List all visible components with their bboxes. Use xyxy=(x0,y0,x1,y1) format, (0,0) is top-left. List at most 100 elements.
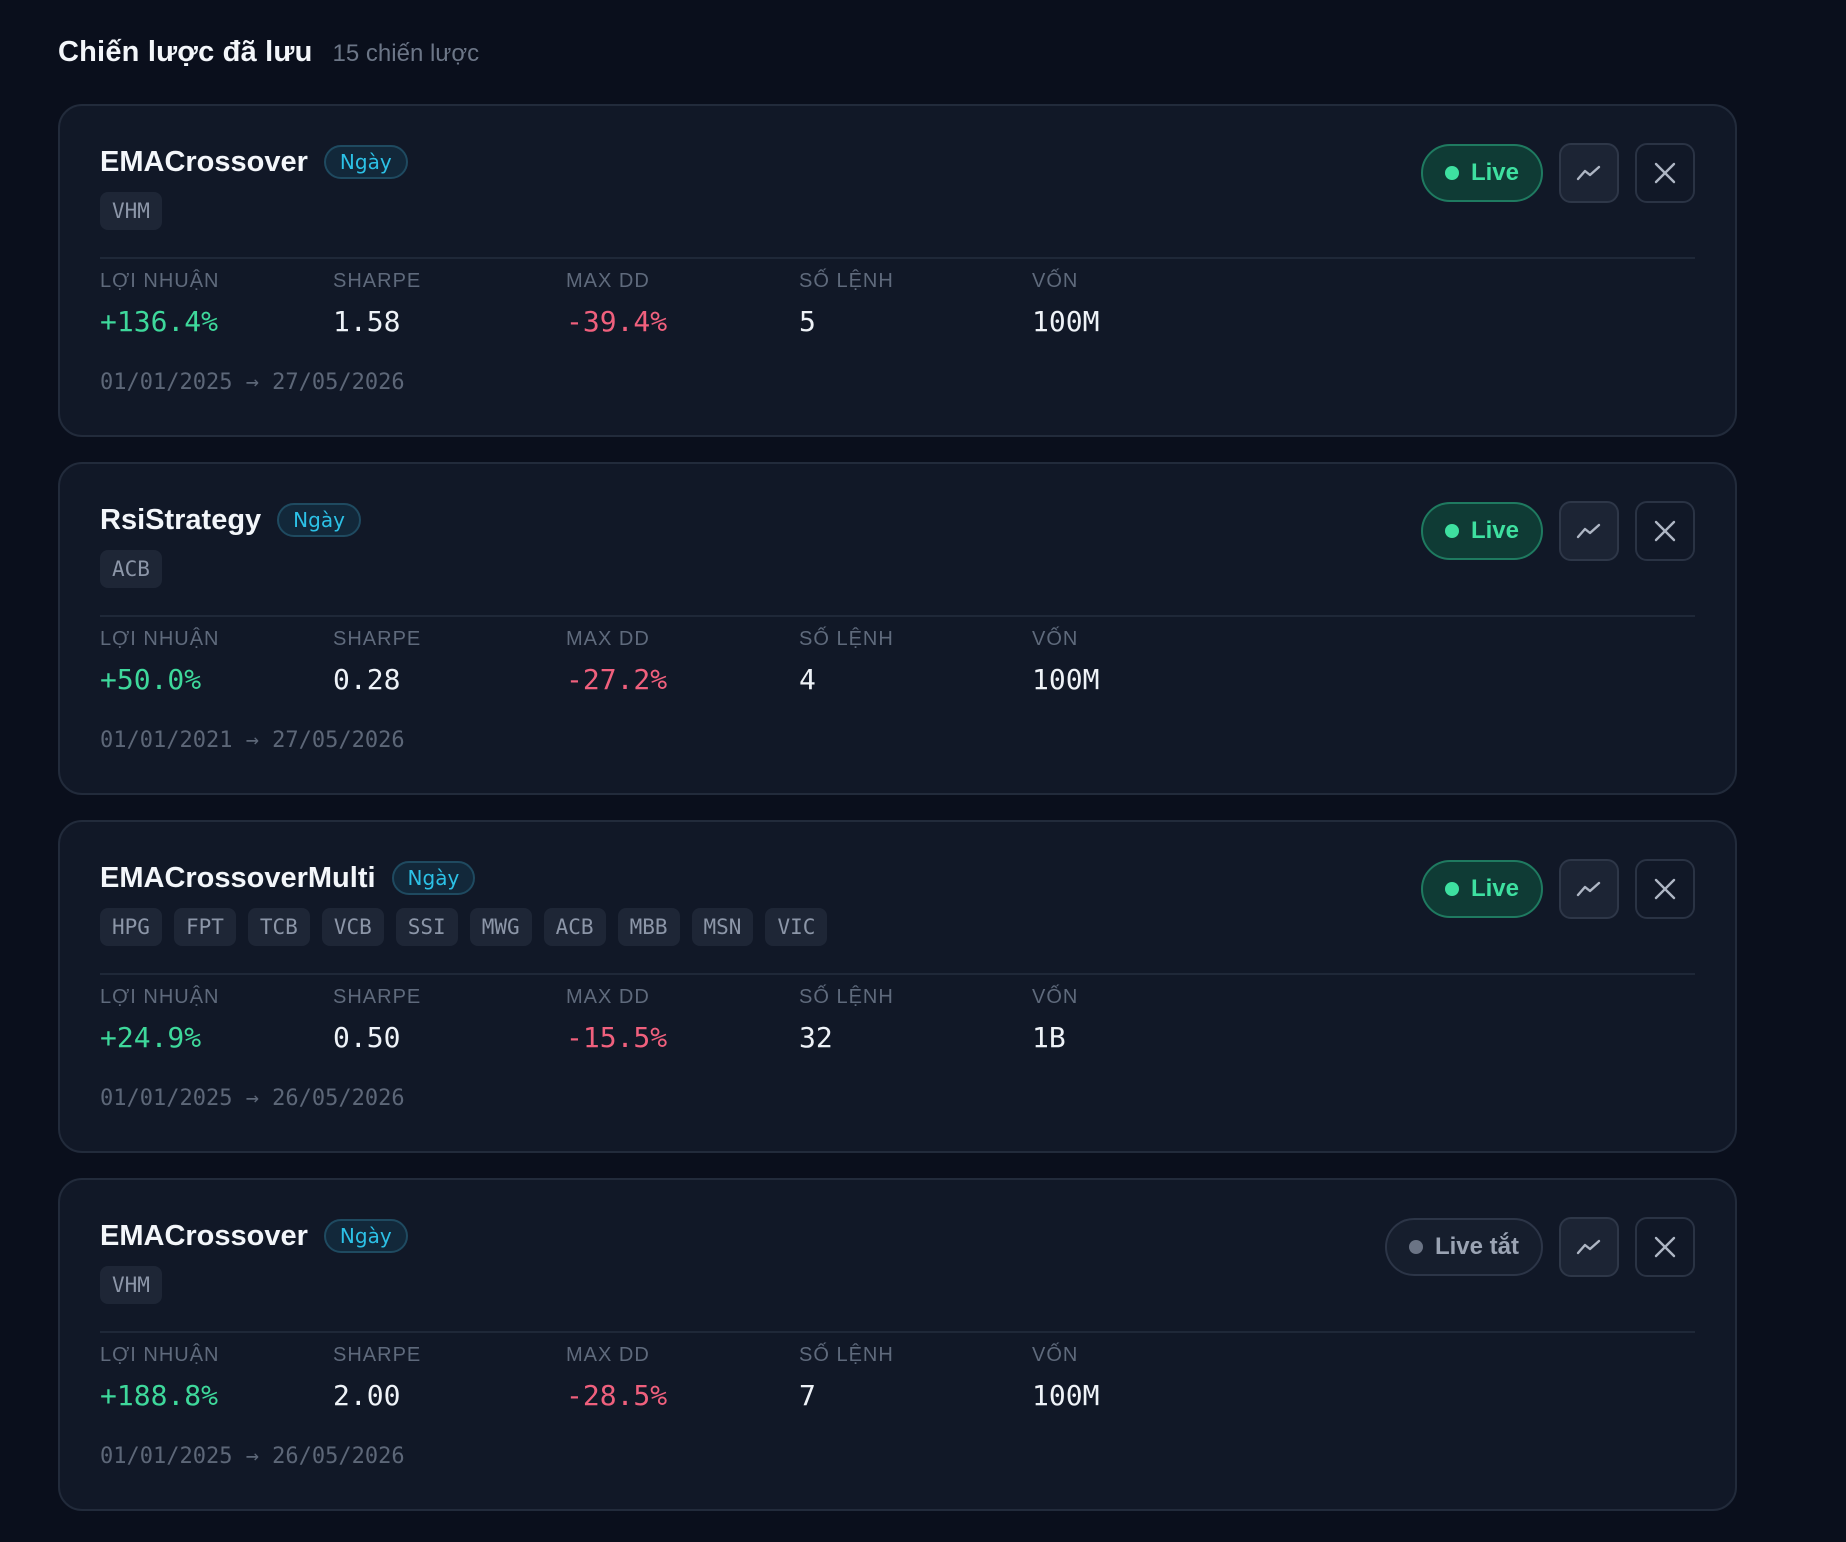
strategy-list: EMACrossover Ngày VHM LỢI NHUẬN +136.4% … xyxy=(58,104,1846,1511)
metric-max-dd: MAX DD -27.2% xyxy=(566,624,799,698)
view-chart-button[interactable] xyxy=(1559,1217,1619,1277)
strategy-name: EMACrossover xyxy=(100,1219,308,1252)
metric-value-max-dd: -39.4% xyxy=(566,305,668,338)
metric-trades: SỐ LỆNH 7 xyxy=(799,1340,1032,1414)
live-toggle-label: Live xyxy=(1470,875,1519,902)
close-icon xyxy=(1654,162,1676,184)
card-divider xyxy=(100,973,1695,975)
backtest-date-range: 01/01/2025 → 26/05/2026 xyxy=(100,1086,405,1111)
metric-value-max-dd: -15.5% xyxy=(566,1021,668,1054)
metric-capital: VỐN 100M xyxy=(1032,1340,1265,1414)
metric-value-capital: 100M xyxy=(1032,305,1100,338)
metrics-row: LỢI NHUẬN +136.4% SHARPE 1.58 MAX DD -39… xyxy=(100,266,1265,340)
page-header: Chiến lược đã lưu 15 chiến lược xyxy=(58,36,1846,78)
symbol-chip: ACB xyxy=(543,908,606,946)
live-toggle-button[interactable]: Live xyxy=(1420,144,1543,202)
live-toggle-label: Live tắt xyxy=(1434,1233,1519,1260)
metric-label-sharpe: SHARPE xyxy=(333,270,422,292)
metric-value-capital: 100M xyxy=(1032,1379,1100,1412)
page-title: Chiến lược đã lưu xyxy=(58,36,313,68)
metric-label-sharpe: SHARPE xyxy=(333,628,422,650)
metric-label-profit: LỢI NHUẬN xyxy=(100,986,220,1008)
view-chart-button[interactable] xyxy=(1559,859,1619,919)
timeframe-badge: Ngày xyxy=(323,1219,408,1253)
metric-value-max-dd: -28.5% xyxy=(566,1379,668,1412)
backtest-date-range: 01/01/2025 → 26/05/2026 xyxy=(100,1444,405,1469)
metric-label-max-dd: MAX DD xyxy=(566,628,650,650)
card-divider xyxy=(100,615,1695,617)
symbol-chip: VHM xyxy=(100,192,162,230)
metric-value-max-dd: -27.2% xyxy=(566,663,668,696)
metric-value-capital: 100M xyxy=(1032,663,1100,696)
card-divider xyxy=(100,1331,1695,1333)
strategy-name: RsiStrategy xyxy=(100,503,262,536)
metric-label-sharpe: SHARPE xyxy=(333,986,422,1008)
delete-strategy-button[interactable] xyxy=(1635,1217,1695,1277)
strategy-card: EMACrossover Ngày VHM LỢI NHUẬN +188.8% … xyxy=(58,1178,1737,1511)
card-actions: Live xyxy=(1420,859,1695,919)
symbol-chip: MWG xyxy=(469,908,532,946)
metric-sharpe: SHARPE 1.58 xyxy=(333,266,566,340)
metric-label-max-dd: MAX DD xyxy=(566,1344,650,1366)
view-chart-button[interactable] xyxy=(1559,501,1619,561)
metric-sharpe: SHARPE 0.50 xyxy=(333,982,566,1056)
live-toggle-button[interactable]: Live xyxy=(1420,860,1543,918)
metric-max-dd: MAX DD -28.5% xyxy=(566,1340,799,1414)
metric-sharpe: SHARPE 0.28 xyxy=(333,624,566,698)
metric-capital: VỐN 100M xyxy=(1032,266,1265,340)
symbol-chip: VIC xyxy=(765,908,828,946)
metric-label-capital: VỐN xyxy=(1032,986,1079,1008)
card-actions: Live xyxy=(1420,143,1695,203)
line-chart-icon xyxy=(1576,165,1601,181)
strategy-count: 15 chiến lược xyxy=(332,40,480,67)
backtest-date-range: 01/01/2021 → 27/05/2026 xyxy=(100,728,405,753)
symbol-chip: TCB xyxy=(247,908,310,946)
symbol-chip: VCB xyxy=(321,908,384,946)
metric-trades: SỐ LỆNH 5 xyxy=(799,266,1032,340)
delete-strategy-button[interactable] xyxy=(1635,501,1695,561)
strategy-card: RsiStrategy Ngày ACB LỢI NHUẬN +50.0% SH… xyxy=(58,462,1737,795)
symbol-chip: SSI xyxy=(395,908,458,946)
live-status-dot-icon xyxy=(1444,166,1459,180)
saved-strategies-page: Chiến lược đã lưu 15 chiến lược EMACross… xyxy=(0,0,1846,1542)
metric-label-capital: VỐN xyxy=(1032,1344,1079,1366)
line-chart-icon xyxy=(1576,1239,1601,1255)
metrics-row: LỢI NHUẬN +188.8% SHARPE 2.00 MAX DD -28… xyxy=(100,1340,1265,1414)
delete-strategy-button[interactable] xyxy=(1635,143,1695,203)
symbol-chip: FPT xyxy=(173,908,236,946)
live-status-dot-icon xyxy=(1444,524,1459,538)
line-chart-icon xyxy=(1576,523,1601,539)
metric-value-sharpe: 0.28 xyxy=(333,663,401,696)
metric-value-profit: +136.4% xyxy=(100,305,219,338)
metric-label-trades: SỐ LỆNH xyxy=(799,986,894,1008)
metric-label-trades: SỐ LỆNH xyxy=(799,1344,894,1366)
metric-max-dd: MAX DD -39.4% xyxy=(566,266,799,340)
live-toggle-button[interactable]: Live xyxy=(1420,502,1543,560)
symbol-chip: VHM xyxy=(100,1266,162,1304)
metric-value-sharpe: 0.50 xyxy=(333,1021,401,1054)
metric-profit: LỢI NHUẬN +188.8% xyxy=(100,1340,333,1414)
live-toggle-button[interactable]: Live tắt xyxy=(1384,1218,1543,1276)
metrics-row: LỢI NHUẬN +50.0% SHARPE 0.28 MAX DD -27.… xyxy=(100,624,1265,698)
metric-max-dd: MAX DD -15.5% xyxy=(566,982,799,1056)
metric-sharpe: SHARPE 2.00 xyxy=(333,1340,566,1414)
metric-label-capital: VỐN xyxy=(1032,628,1079,650)
delete-strategy-button[interactable] xyxy=(1635,859,1695,919)
metric-capital: VỐN 100M xyxy=(1032,624,1265,698)
timeframe-badge: Ngày xyxy=(277,503,361,537)
metric-trades: SỐ LỆNH 32 xyxy=(799,982,1032,1056)
metrics-row: LỢI NHUẬN +24.9% SHARPE 0.50 MAX DD -15.… xyxy=(100,982,1265,1056)
metric-label-max-dd: MAX DD xyxy=(566,270,650,292)
close-icon xyxy=(1654,1236,1676,1258)
metric-capital: VỐN 1B xyxy=(1032,982,1265,1056)
strategy-card: EMACrossover Ngày VHM LỢI NHUẬN +136.4% … xyxy=(58,104,1737,437)
view-chart-button[interactable] xyxy=(1559,143,1619,203)
metric-value-trades: 32 xyxy=(799,1021,833,1054)
metric-value-trades: 5 xyxy=(799,305,816,338)
metric-value-sharpe: 1.58 xyxy=(333,305,401,338)
metric-value-profit: +188.8% xyxy=(100,1379,219,1412)
live-status-dot-icon xyxy=(1444,882,1459,896)
live-toggle-label: Live xyxy=(1470,517,1519,544)
symbol-chip: MSN xyxy=(691,908,754,946)
card-actions: Live xyxy=(1420,501,1695,561)
